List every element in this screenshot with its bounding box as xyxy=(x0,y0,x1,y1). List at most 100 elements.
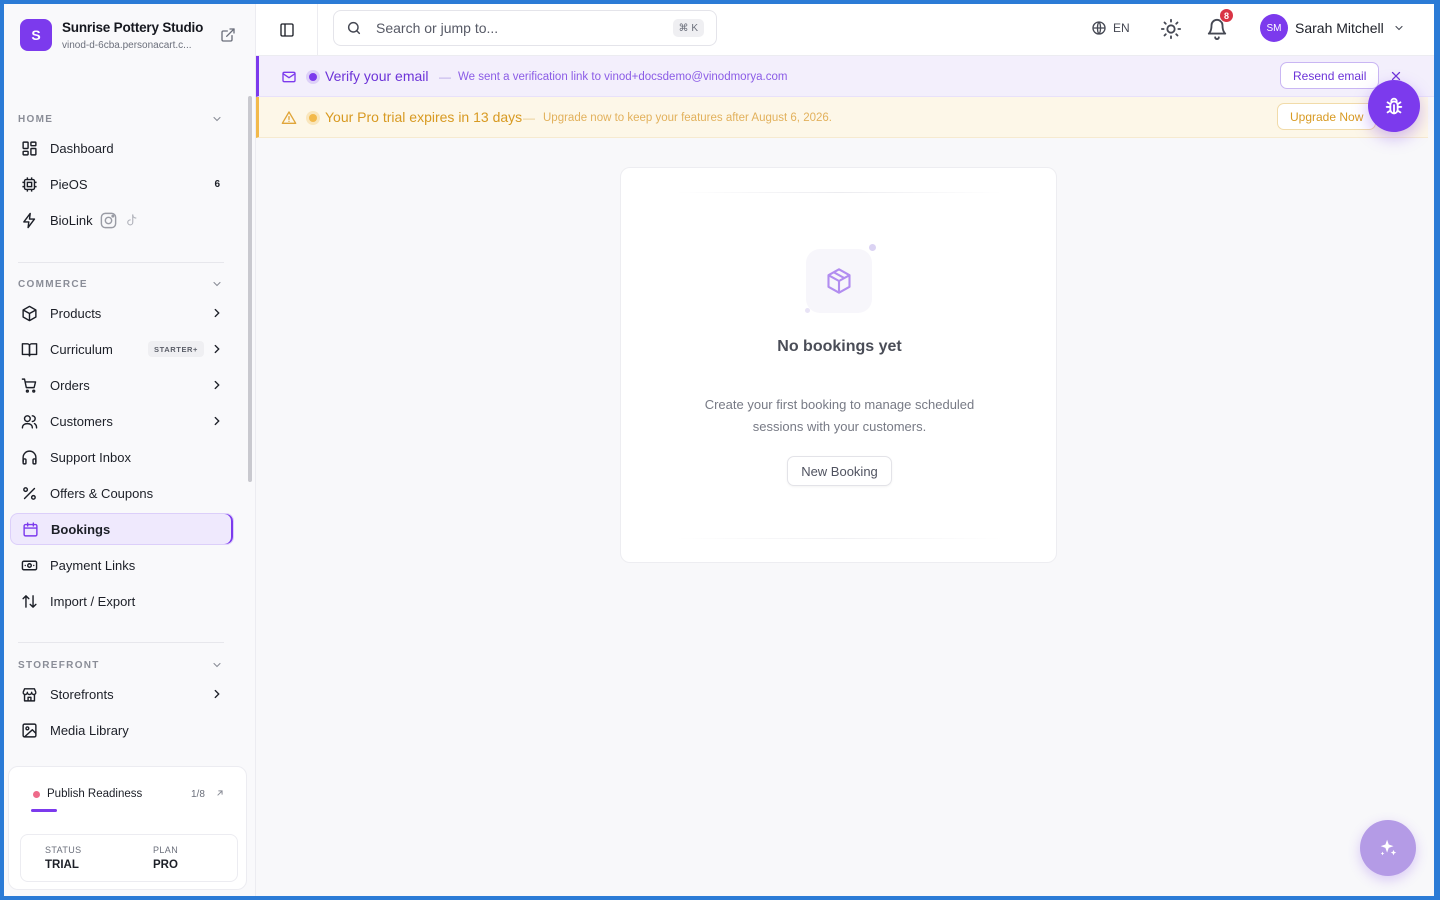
sidebar-item-label: Curriculum xyxy=(50,341,113,357)
trial-message: Upgrade now to keep your features after … xyxy=(543,112,832,124)
sidebar-item-media-library[interactable]: Media Library xyxy=(10,714,234,746)
plan-status-box: STATUS TRIAL PLAN PRO xyxy=(20,834,238,882)
sparkles-icon xyxy=(1380,839,1397,856)
sidebar-item-pieos[interactable]: PieOS 6 xyxy=(10,168,234,200)
box-icon xyxy=(827,268,851,294)
cpu-icon xyxy=(20,175,38,193)
book-icon xyxy=(20,340,38,358)
app-window: S Sunrise Pottery Studio vinod-d-6cba.pe… xyxy=(4,4,1434,896)
sidebar-item-label: Support Inbox xyxy=(50,449,131,465)
chevron-right-icon[interactable] xyxy=(210,378,224,392)
cart-icon xyxy=(20,376,38,394)
plan-badge: STARTER+ xyxy=(148,341,205,357)
sidebar-item-label: BioLink xyxy=(50,212,93,228)
upgrade-now-button[interactable]: Upgrade Now xyxy=(1277,103,1377,130)
warning-icon xyxy=(281,111,297,124)
tiktok-icon xyxy=(126,213,137,225)
resend-email-button[interactable]: Resend email xyxy=(1280,62,1380,89)
chevron-down-icon[interactable] xyxy=(211,659,223,671)
sidebar-toggle-button[interactable] xyxy=(256,4,318,56)
verify-email-message: We sent a verification link to vinod+doc… xyxy=(458,71,788,83)
external-link-icon[interactable] xyxy=(220,27,236,43)
pieos-count-badge: 6 xyxy=(214,178,220,190)
sidebar-item-label: Orders xyxy=(50,377,90,393)
new-booking-button[interactable]: New Booking xyxy=(787,456,892,486)
section-commerce-title: COMMERCE xyxy=(18,279,88,290)
instagram-icon xyxy=(100,212,116,228)
user-menu[interactable]: SM Sarah Mitchell xyxy=(1260,14,1405,42)
mail-icon xyxy=(282,71,296,83)
sidebar-item-label: Offers & Coupons xyxy=(50,485,154,501)
ai-assistant-button[interactable] xyxy=(1360,820,1416,876)
verify-email-title: Verify your email xyxy=(325,68,429,84)
status-key: STATUS xyxy=(45,845,82,855)
arrows-updown-icon xyxy=(20,592,38,610)
chevron-right-icon[interactable] xyxy=(210,306,224,320)
brand-name: Sunrise Pottery Studio xyxy=(62,20,204,35)
language-switcher[interactable]: EN xyxy=(1091,20,1130,36)
chevron-down-icon[interactable] xyxy=(211,113,223,125)
user-name: Sarah Mitchell xyxy=(1295,20,1384,36)
chevron-down-icon[interactable] xyxy=(211,278,223,290)
banknote-icon xyxy=(20,556,38,574)
bookings-empty-state: No bookings yet Create your first bookin… xyxy=(620,167,1057,563)
sidebar-item-payment-links[interactable]: Payment Links xyxy=(10,549,234,581)
language-label: EN xyxy=(1113,21,1130,35)
bug-icon xyxy=(1385,97,1403,115)
users-icon xyxy=(20,412,38,430)
section-home-title: HOME xyxy=(18,114,54,125)
percent-icon xyxy=(20,484,38,502)
sidebar-item-storefronts[interactable]: Storefronts xyxy=(10,678,234,710)
trial-expiry-banner: Your Pro trial expires in 13 days — Upgr… xyxy=(256,97,1428,138)
avatar: SM xyxy=(1260,14,1288,42)
sidebar-item-dashboard[interactable]: Dashboard xyxy=(10,132,234,164)
trial-title: Your Pro trial expires in 13 days xyxy=(325,109,523,125)
sun-icon[interactable] xyxy=(1160,18,1182,40)
sidebar-item-label: Dashboard xyxy=(50,140,114,156)
brand-url: vinod-d-6cba.personacart.c... xyxy=(62,40,192,51)
section-storefront-title: STOREFRONT xyxy=(18,660,100,671)
notification-count-badge: 8 xyxy=(1219,8,1234,23)
sidebar-item-curriculum[interactable]: Curriculum STARTER+ xyxy=(10,333,234,365)
globe-icon xyxy=(1092,21,1106,35)
chevron-right-icon[interactable] xyxy=(210,687,224,701)
image-icon xyxy=(20,721,38,739)
sidebar-item-biolink[interactable]: BioLink xyxy=(10,204,234,236)
decorative-dot xyxy=(869,244,876,251)
sidebar-scrollbar[interactable] xyxy=(248,96,252,482)
brand-header[interactable]: S Sunrise Pottery Studio vinod-d-6cba.pe… xyxy=(20,19,240,53)
sidebar-panel-icon xyxy=(279,23,294,37)
calendar-icon xyxy=(21,520,39,538)
arrow-up-right-icon[interactable] xyxy=(215,788,225,798)
sidebar-item-support-inbox[interactable]: Support Inbox xyxy=(10,441,234,473)
sidebar-item-offers-coupons[interactable]: Offers & Coupons xyxy=(10,477,234,509)
bug-report-button[interactable] xyxy=(1368,80,1420,132)
plan-value: PRO xyxy=(153,859,178,871)
verify-email-banner: Verify your email — We sent a verificati… xyxy=(256,56,1434,97)
chevron-down-icon xyxy=(1395,25,1403,31)
sidebar-item-bookings[interactable]: Bookings xyxy=(10,513,234,545)
status-dot xyxy=(309,114,317,122)
sidebar-item-label: Products xyxy=(50,305,102,321)
sidebar-item-import-export[interactable]: Import / Export xyxy=(10,585,234,617)
sidebar: S Sunrise Pottery Studio vinod-d-6cba.pe… xyxy=(4,4,256,896)
plan-key: PLAN xyxy=(153,845,179,855)
publish-readiness-label: Publish Readiness xyxy=(47,788,143,800)
sidebar-item-label: Storefronts xyxy=(50,686,114,702)
chevron-right-icon[interactable] xyxy=(210,414,224,428)
store-icon xyxy=(20,685,38,703)
search-input[interactable]: Search or jump to... ⌘ K xyxy=(333,10,717,46)
sidebar-item-label: Import / Export xyxy=(50,593,136,609)
status-dot xyxy=(33,791,40,798)
publish-readiness-card[interactable]: Publish Readiness 1/8 STATUS TRIAL PLAN … xyxy=(8,766,247,890)
separator: — xyxy=(439,70,451,84)
sidebar-item-customers[interactable]: Customers xyxy=(10,405,234,437)
empty-state-illustration xyxy=(806,249,872,313)
decorative-line xyxy=(676,538,1003,539)
chevron-right-icon[interactable] xyxy=(210,342,224,356)
publish-progress-bar xyxy=(31,809,57,812)
sidebar-item-orders[interactable]: Orders xyxy=(10,369,234,401)
sidebar-item-products[interactable]: Products xyxy=(10,297,234,329)
search-icon xyxy=(347,21,361,35)
decorative-line xyxy=(676,192,1003,193)
